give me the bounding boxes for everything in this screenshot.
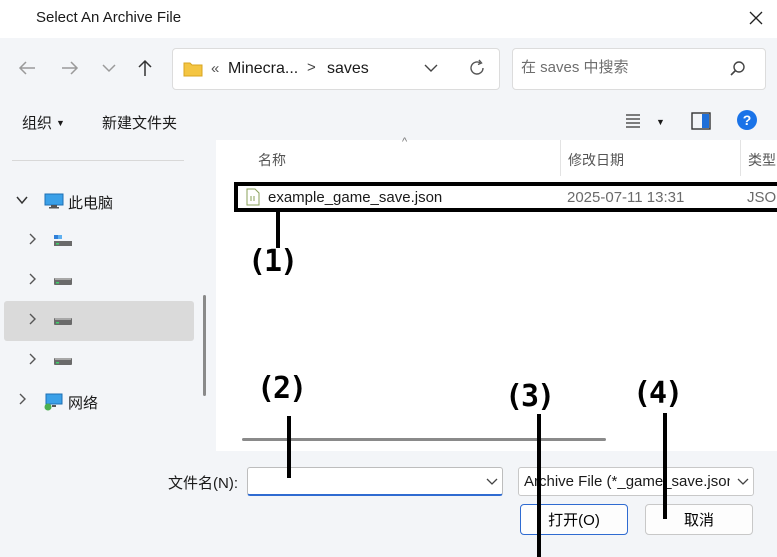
- divider: [12, 160, 184, 161]
- column-header-name[interactable]: 名称: [258, 150, 286, 170]
- chevron-right-icon[interactable]: [28, 313, 36, 328]
- breadcrumb-item-saves[interactable]: saves: [327, 60, 369, 78]
- column-divider[interactable]: [740, 140, 741, 176]
- command-bar: 组织 ▼ 新建文件夹 ▼: [0, 102, 777, 140]
- column-header-type[interactable]: 类型: [748, 150, 776, 170]
- json-file-icon: [246, 188, 260, 206]
- recent-locations-button[interactable]: [93, 52, 125, 84]
- sidebar-item-drive-2[interactable]: [4, 261, 194, 301]
- file-type-filter-value: Archive File (*_game_save.json): [524, 473, 730, 490]
- arrow-right-icon: [62, 61, 79, 75]
- navigation-bar: « Minecra... > saves: [0, 38, 777, 102]
- preview-pane-icon[interactable]: [691, 112, 711, 130]
- help-icon[interactable]: ?: [737, 110, 757, 130]
- horizontal-scrollbar[interactable]: [242, 438, 606, 441]
- annotation-line: [276, 208, 280, 248]
- sidebar-scrollbar[interactable]: [203, 295, 206, 396]
- search-icon: [730, 61, 745, 76]
- sidebar-item-this-pc[interactable]: 此电脑: [4, 181, 194, 221]
- new-folder-button[interactable]: 新建文件夹: [102, 112, 177, 133]
- column-header-date[interactable]: 修改日期: [568, 150, 624, 170]
- folder-icon: [183, 62, 203, 77]
- annotation-line: [537, 414, 541, 557]
- title-bar: Select An Archive File: [0, 0, 777, 38]
- svg-text:?: ?: [743, 112, 752, 128]
- annotation-label-2: (2): [257, 371, 307, 406]
- breadcrumb-overflow[interactable]: «: [211, 60, 219, 77]
- cancel-button[interactable]: 取消: [645, 504, 753, 535]
- sort-ascending-icon: ^: [402, 136, 408, 148]
- sidebar-item-network[interactable]: 网络: [4, 381, 194, 421]
- computer-icon: [44, 193, 64, 209]
- drive-icon: [54, 318, 72, 325]
- file-modified-date: 2025-07-11 13:31: [567, 189, 685, 206]
- annotation-label-4: (4): [633, 376, 683, 411]
- column-divider[interactable]: [560, 140, 561, 176]
- file-name: example_game_save.json: [268, 189, 443, 206]
- file-type: JSON: [747, 189, 777, 206]
- filename-combobox[interactable]: [247, 467, 503, 496]
- view-options-icon[interactable]: [624, 111, 642, 129]
- chevron-down-icon[interactable]: [737, 474, 749, 488]
- search-input[interactable]: [521, 59, 721, 76]
- drive-icon: [54, 235, 72, 246]
- breadcrumb-item-minecraft[interactable]: Minecra...: [228, 60, 298, 78]
- chevron-right-icon[interactable]: [28, 233, 36, 248]
- drive-icon: [54, 278, 72, 285]
- organize-menu-button[interactable]: 组织 ▼: [22, 112, 65, 133]
- chevron-down-icon[interactable]: [16, 193, 28, 208]
- filename-label: 文件名(N):: [168, 475, 238, 492]
- arrow-left-icon: [18, 61, 35, 75]
- search-box[interactable]: [512, 48, 766, 90]
- forward-button[interactable]: [54, 52, 86, 84]
- file-type-filter[interactable]: Archive File (*_game_save.json): [518, 467, 754, 496]
- annotation-label-3: (3): [505, 379, 555, 414]
- back-button[interactable]: [11, 52, 43, 84]
- chevron-right-icon[interactable]: [28, 353, 36, 368]
- arrow-up-icon: [138, 59, 152, 76]
- chevron-right-icon[interactable]: [18, 393, 26, 408]
- chevron-down-icon: [424, 64, 438, 72]
- up-button[interactable]: [129, 52, 161, 84]
- caret-down-icon: ▼: [56, 118, 65, 128]
- chevron-down-icon: [102, 64, 116, 73]
- sidebar-item-drive-4[interactable]: [4, 341, 194, 381]
- chevron-down-icon[interactable]: [486, 474, 498, 488]
- annotation-line: [663, 413, 667, 519]
- refresh-icon: [470, 59, 484, 75]
- close-icon: [749, 11, 763, 25]
- close-button[interactable]: [740, 2, 772, 34]
- window-title: Select An Archive File: [36, 9, 182, 26]
- file-row[interactable]: example_game_save.json 2025-07-11 13:31 …: [234, 182, 777, 212]
- view-options-caret-icon[interactable]: ▼: [656, 117, 665, 127]
- navigation-pane: 此电脑 网络: [0, 140, 216, 451]
- dialog-footer: 文件名(N): Archive File (*_game_save.json) …: [0, 451, 777, 557]
- chevron-right-icon[interactable]: [28, 273, 36, 288]
- annotation-line: [287, 416, 291, 478]
- address-bar[interactable]: « Minecra... > saves: [172, 48, 500, 90]
- sidebar-item-drive-1[interactable]: [4, 221, 194, 261]
- organize-label: 组织: [22, 115, 53, 132]
- sidebar-item-label: 此电脑: [68, 195, 114, 212]
- sidebar-item-label: 网络: [68, 395, 99, 412]
- annotation-label-1: (1): [248, 244, 298, 279]
- sidebar-item-drive-3[interactable]: [4, 301, 194, 341]
- breadcrumb-separator[interactable]: >: [307, 59, 316, 76]
- drive-icon: [54, 358, 72, 365]
- network-icon: [44, 393, 63, 411]
